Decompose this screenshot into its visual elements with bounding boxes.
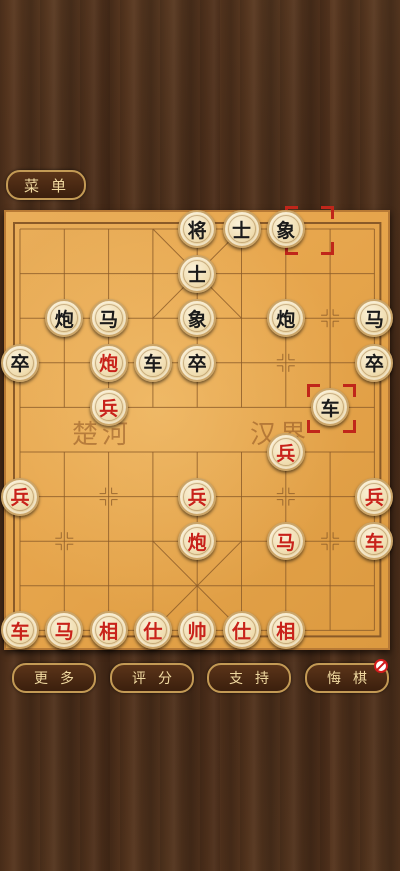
- black-piece[interactable]: 士: [222, 210, 261, 248]
- red-piece[interactable]: 炮: [89, 343, 128, 382]
- red-piece[interactable]: 兵: [266, 433, 305, 471]
- menu-button[interactable]: 菜单: [6, 170, 86, 200]
- black-piece[interactable]: 将: [178, 210, 217, 248]
- support-button[interactable]: 支持: [207, 663, 291, 693]
- red-piece[interactable]: 兵: [1, 477, 39, 516]
- last-move-marker: [343, 420, 357, 434]
- red-piece[interactable]: 相: [266, 611, 305, 650]
- black-piece[interactable]: 象: [266, 210, 305, 248]
- black-piece[interactable]: 车: [133, 343, 172, 382]
- red-piece[interactable]: 马: [266, 522, 305, 561]
- red-piece[interactable]: 仕: [222, 611, 261, 650]
- black-piece[interactable]: 炮: [266, 299, 305, 338]
- rate-button[interactable]: 评分: [110, 663, 194, 693]
- last-move-marker: [320, 206, 334, 219]
- more-button[interactable]: 更多: [12, 663, 96, 693]
- black-piece[interactable]: 马: [89, 299, 128, 338]
- black-piece[interactable]: 卒: [355, 343, 394, 382]
- red-piece[interactable]: 兵: [178, 477, 217, 516]
- last-move-marker: [320, 242, 334, 255]
- red-piece[interactable]: 相: [89, 611, 128, 650]
- no-entry-icon: [374, 659, 388, 673]
- black-piece[interactable]: 卒: [178, 343, 217, 382]
- black-piece[interactable]: 士: [178, 254, 217, 293]
- red-piece[interactable]: 兵: [355, 477, 394, 516]
- black-piece[interactable]: 卒: [1, 343, 39, 382]
- red-piece[interactable]: 兵: [89, 388, 128, 427]
